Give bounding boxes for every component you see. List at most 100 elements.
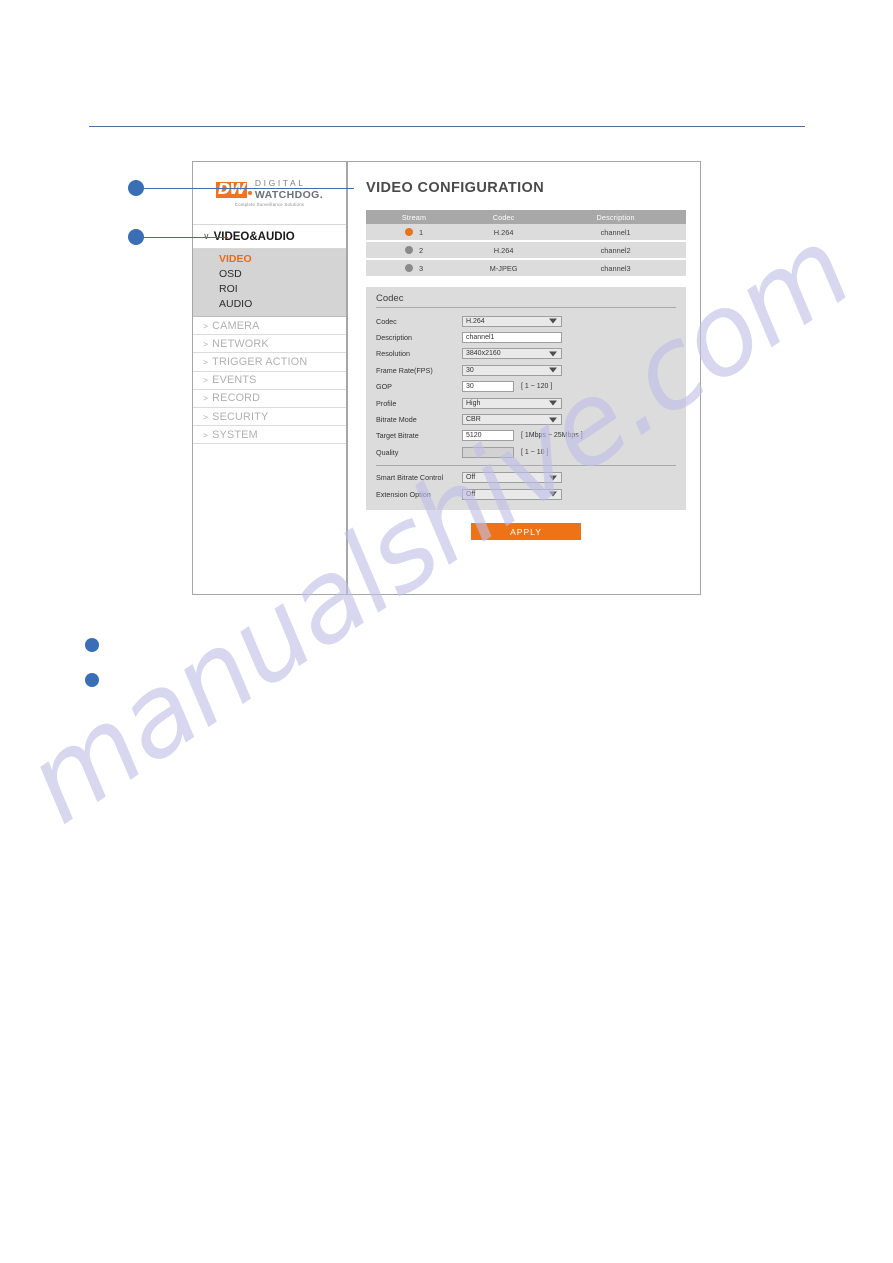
sidebar-item-audio[interactable]: AUDIO [193, 297, 346, 312]
header-divider-rule [89, 126, 805, 127]
sidebar-item-label: RECORD [212, 392, 261, 405]
table-row[interactable]: 2 H.264 channel2 [366, 241, 686, 260]
bitrate-mode-select[interactable]: CBR [462, 414, 562, 426]
sidebar-item-roi[interactable]: ROI [193, 282, 346, 297]
chevron-down-icon [549, 491, 557, 497]
description-input[interactable]: channel1 [462, 332, 562, 344]
sidebar-navigation: DW DIGITAL WATCHDOG. Complete Surveillan… [193, 162, 348, 594]
resolution-select-value: 3840x2160 [466, 350, 501, 358]
logo-dot-icon [247, 190, 252, 195]
chevron-right-icon: > [203, 393, 209, 404]
field-row-target-bitrate: Target Bitrate 5120 [ 1Mbps ~ 25Mbps ] [376, 428, 676, 444]
main-content-panel: VIDEO CONFIGURATION Stream Codec Descrip… [348, 162, 700, 594]
sidebar-item-camera[interactable]: > CAMERA [193, 317, 346, 336]
field-label-quality: Quality [376, 447, 399, 457]
table-header-row: Stream Codec Description [366, 210, 686, 224]
sidebar-item-osd[interactable]: OSD [193, 267, 346, 282]
stream-cell[interactable]: 1 [366, 224, 462, 242]
field-label-target-bitrate: Target Bitrate [376, 431, 419, 441]
sidebar-subitem-list: VIDEO OSD ROI AUDIO [193, 249, 346, 317]
field-row-smart-bitrate-control: Smart Bitrate Control Off [376, 470, 676, 486]
target-bitrate-input[interactable]: 5120 [462, 430, 514, 442]
sidebar-item-network[interactable]: > NETWORK [193, 335, 346, 354]
stream-table: Stream Codec Description 1 H.264 channel… [366, 210, 686, 278]
radio-unselected-icon[interactable] [404, 245, 413, 254]
codec-select[interactable]: H.264 [462, 315, 562, 327]
sidebar-item-label: SECURITY [212, 410, 269, 423]
chevron-right-icon: > [203, 338, 209, 349]
field-label-codec: Codec [376, 316, 397, 326]
field-row-extension-option: Extension Option Off [376, 486, 676, 502]
chevron-right-icon: > [203, 320, 209, 331]
target-bitrate-input-value: 5120 [466, 432, 482, 440]
stream-number: 2 [418, 245, 424, 255]
table-row[interactable]: 1 H.264 channel1 [366, 224, 686, 242]
callout-leader-line-2 [142, 237, 228, 238]
chevron-down-icon [549, 367, 557, 373]
chevron-down-icon [549, 400, 557, 406]
sidebar-item-label: NETWORK [212, 337, 269, 350]
field-row-bitrate-mode: Bitrate Mode CBR [376, 411, 676, 427]
chevron-down-icon [549, 351, 557, 357]
page-title: VIDEO CONFIGURATION [366, 180, 545, 196]
note-bullet-1 [85, 638, 99, 652]
description-cell: channel2 [545, 241, 686, 260]
field-label-gop: GOP [376, 382, 392, 392]
table-row[interactable]: 3 M-JPEG channel3 [366, 259, 686, 278]
stream-number: 3 [418, 263, 424, 273]
sidebar-item-label: SYSTEM [212, 428, 258, 441]
stream-number: 1 [418, 227, 424, 237]
gop-input[interactable]: 30 [462, 381, 514, 393]
radio-unselected-icon[interactable] [404, 263, 413, 272]
sidebar-item-record[interactable]: > RECORD [193, 390, 346, 408]
logo-dw-mark: DW [215, 179, 247, 198]
field-row-quality: Quality [ 1 ~ 10 ] [376, 444, 676, 460]
field-row-codec: Codec H.264 [376, 313, 676, 329]
sidebar-item-label: TRIGGER ACTION [212, 355, 308, 368]
frame-rate-select[interactable]: 30 [462, 364, 562, 376]
description-cell: channel3 [545, 259, 686, 278]
sidebar-item-video[interactable]: VIDEO [193, 252, 346, 267]
column-header-codec: Codec [462, 210, 546, 224]
field-label-bitrate-mode: Bitrate Mode [376, 415, 417, 425]
field-row-profile: Profile High [376, 395, 676, 411]
field-label-smart-bitrate-control: Smart Bitrate Control [376, 473, 444, 483]
sidebar-item-events[interactable]: > EVENTS [193, 372, 346, 390]
sidebar-item-security[interactable]: > SECURITY [193, 408, 346, 427]
quality-range-hint: [ 1 ~ 10 ] [521, 448, 549, 456]
profile-select[interactable]: High [462, 397, 562, 409]
column-header-description: Description [545, 210, 686, 224]
field-label-frame-rate: Frame Rate(FPS) [376, 365, 433, 375]
extension-option-value: Off [466, 490, 476, 498]
quality-input [462, 446, 514, 458]
resolution-select[interactable]: 3840x2160 [462, 348, 562, 360]
profile-select-value: High [466, 399, 481, 407]
extension-option-select[interactable]: Off [462, 488, 562, 500]
radio-selected-icon[interactable] [404, 227, 413, 236]
callout-leader-line-1 [142, 188, 354, 189]
chevron-right-icon: > [203, 356, 209, 367]
chevron-right-icon: > [203, 429, 209, 440]
codec-section-heading: Codec [376, 293, 676, 308]
field-label-extension-option: Extension Option [376, 489, 431, 499]
apply-button-container: APPLY [366, 523, 686, 541]
smart-bitrate-control-select[interactable]: Off [462, 472, 562, 484]
sidebar-item-system[interactable]: > SYSTEM [193, 426, 346, 445]
chevron-down-icon [549, 318, 557, 324]
brand-logo: DW DIGITAL WATCHDOG. Complete Surveillan… [193, 162, 346, 225]
field-row-resolution: Resolution 3840x2160 [376, 346, 676, 362]
chevron-down-icon [549, 417, 557, 423]
note-bullet-2 [85, 673, 99, 687]
camera-web-ui-screenshot: DW DIGITAL WATCHDOG. Complete Surveillan… [192, 161, 701, 595]
apply-button[interactable]: APPLY [471, 523, 581, 541]
target-bitrate-range-hint: [ 1Mbps ~ 25Mbps ] [521, 432, 583, 440]
description-cell: channel1 [545, 224, 686, 242]
stream-cell[interactable]: 2 [366, 241, 462, 260]
sidebar-item-label: EVENTS [212, 374, 257, 387]
column-header-stream: Stream [366, 210, 462, 224]
field-row-frame-rate: Frame Rate(FPS) 30 [376, 362, 676, 378]
codec-cell: M-JPEG [462, 259, 546, 278]
chevron-right-icon: > [203, 411, 209, 422]
sidebar-item-trigger-action[interactable]: > TRIGGER ACTION [193, 353, 346, 372]
stream-cell[interactable]: 3 [366, 259, 462, 278]
